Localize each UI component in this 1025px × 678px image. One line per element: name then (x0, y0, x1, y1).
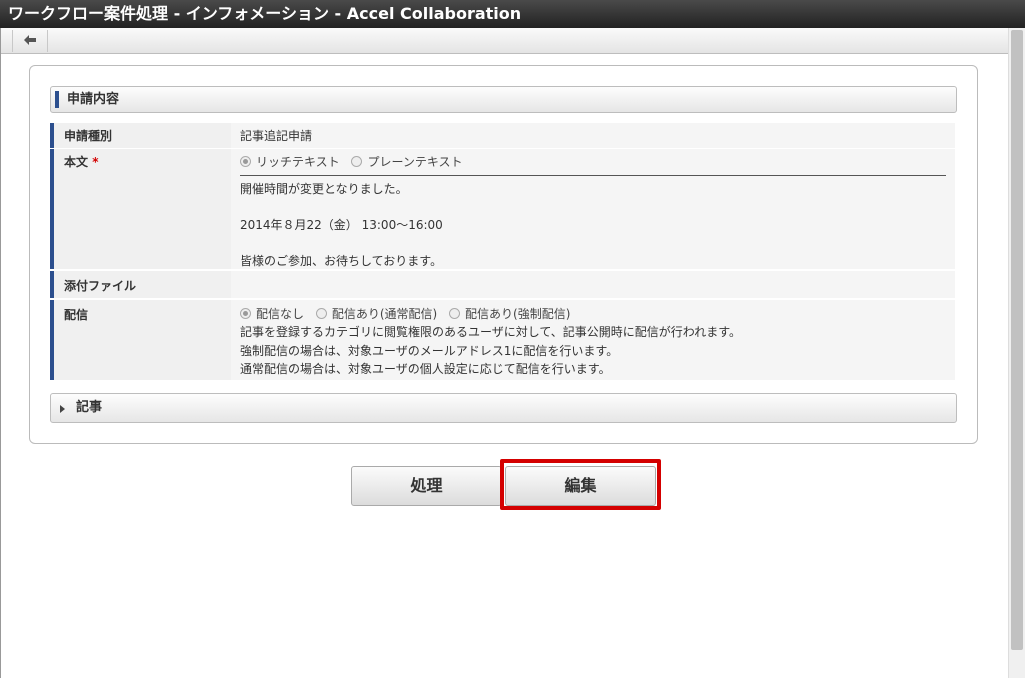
field-row-delivery: 配信 配信なし 配信あり(通常配信) 配信あり(強制配信) 記事を登録するカテゴ… (50, 300, 955, 380)
field-value-attachment (231, 271, 955, 298)
window-frame (0, 28, 1, 678)
edit-button-highlight (500, 459, 661, 510)
field-row-attachment: 添付ファイル (50, 271, 955, 298)
radio-plain-text[interactable] (351, 156, 363, 167)
field-row-type: 申請種別 記事追記申請 (50, 123, 955, 148)
radio-label-rich-text: リッチテキスト (256, 155, 340, 169)
required-mark: * (92, 155, 99, 169)
delivery-note-2: 強制配信の場合は、対象ユーザのメールアドレス1に配信を行います。 (240, 344, 619, 358)
radio-normal-delivery[interactable] (315, 308, 327, 319)
field-value-delivery: 配信なし 配信あり(通常配信) 配信あり(強制配信) 記事を登録するカテゴリに閲… (231, 300, 955, 380)
delivery-note-3: 通常配信の場合は、対象ユーザの個人設定に応じて配信を行います。 (240, 362, 611, 376)
editor-divider (240, 175, 946, 176)
process-button[interactable]: 処理 (351, 466, 502, 506)
field-label-delivery: 配信 (50, 300, 231, 380)
field-value-type: 記事追記申請 (231, 123, 955, 148)
field-label-type: 申請種別 (50, 123, 231, 148)
body-line-1: 開催時間が変更となりました。 (240, 182, 408, 196)
body-line-2: 2014年８月22（金） 13:00～16:00 (240, 218, 443, 232)
toolbar (0, 28, 1008, 54)
radio-label-forced-delivery: 配信あり(強制配信) (465, 307, 571, 321)
field-label-body: 本文 * (50, 149, 231, 269)
vertical-scrollbar[interactable] (1008, 28, 1025, 678)
field-row-body: 本文 * リッチテキスト プレーンテキスト 開催時間が変更となりました。 201… (50, 149, 955, 269)
format-radio-group: リッチテキスト プレーンテキスト (240, 153, 955, 170)
scrollbar-thumb[interactable] (1011, 30, 1023, 650)
radio-label-normal-delivery: 配信あり(通常配信) (331, 307, 438, 321)
delivery-note-1: 記事を登録するカテゴリに閲覧権限のあるユーザに対して、記事公開時に配信が行われま… (240, 325, 742, 339)
radio-label-no-delivery: 配信なし (256, 307, 305, 321)
section-title: 記事 (76, 400, 103, 415)
section-title: 申請内容 (67, 92, 120, 107)
body-label: 本文 (64, 155, 89, 169)
radio-rich-text[interactable] (240, 156, 251, 167)
arrow-left-icon (23, 34, 37, 49)
delivery-radio-group: 配信なし 配信あり(通常配信) 配信あり(強制配信) (240, 305, 578, 322)
radio-label-plain-text: プレーンテキスト (367, 155, 463, 169)
section-header-application: 申請内容 (50, 86, 957, 113)
back-button[interactable] (12, 30, 48, 52)
triangle-right-icon (60, 405, 65, 413)
body-line-3: 皆様のご参加、お待ちしております。 (240, 254, 443, 268)
section-header-article[interactable]: 記事 (50, 393, 957, 423)
window-title: ワークフロー案件処理 - インフォメーション - Accel Collabora… (0, 0, 1025, 28)
field-value-body: リッチテキスト プレーンテキスト 開催時間が変更となりました。 2014年８月2… (231, 149, 955, 269)
field-label-attachment: 添付ファイル (50, 271, 231, 298)
radio-forced-delivery[interactable] (449, 308, 461, 319)
radio-no-delivery[interactable] (240, 308, 251, 319)
